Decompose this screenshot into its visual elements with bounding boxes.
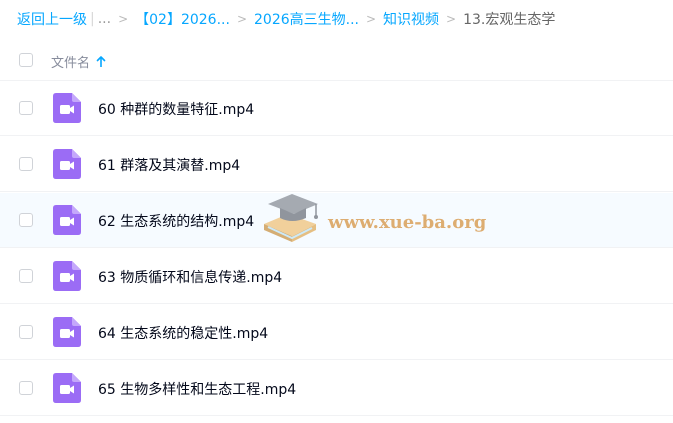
file-name[interactable]: 62 生态系统的结构.mp4 [98, 211, 254, 231]
breadcrumb-separator: > [118, 12, 129, 26]
breadcrumb-ellipsis[interactable]: ... [98, 11, 111, 27]
arrow-up-icon[interactable] [96, 55, 106, 68]
row-checkbox[interactable] [19, 157, 33, 171]
breadcrumb-divider: | [90, 11, 95, 27]
video-file-icon [53, 261, 81, 291]
row-checkbox[interactable] [19, 213, 33, 227]
filename-column-header[interactable]: 文件名 [51, 52, 106, 71]
row-checkbox[interactable] [19, 325, 33, 339]
file-row[interactable]: 61 群落及其演替.mp4 [0, 137, 673, 192]
file-name[interactable]: 65 生物多样性和生态工程.mp4 [98, 379, 296, 399]
breadcrumb-item-02[interactable]: 【02】2026... [135, 9, 230, 29]
file-name[interactable]: 63 物质循环和信息传递.mp4 [98, 267, 282, 287]
breadcrumb-separator: > [365, 12, 377, 26]
video-file-icon [53, 149, 81, 179]
breadcrumb-current: 13.宏观生态学 [463, 12, 556, 28]
file-name[interactable]: 61 群落及其演替.mp4 [98, 155, 240, 175]
video-file-icon [53, 373, 81, 403]
back-link[interactable]: 返回上一级 [17, 9, 87, 29]
file-name[interactable]: 64 生态系统的稳定性.mp4 [98, 323, 268, 343]
video-file-icon [53, 205, 81, 235]
file-browser: 返回上一级 | ... > 【02】2026... > 2026高三生物... … [0, 0, 673, 423]
breadcrumb-item-videos[interactable]: 知识视频 [383, 9, 439, 29]
file-row[interactable]: 60 种群的数量特征.mp4 [0, 81, 673, 136]
row-checkbox[interactable] [19, 269, 33, 283]
file-row[interactable]: 63 物质循环和信息传递.mp4 [0, 249, 673, 304]
breadcrumb-separator: > [236, 12, 247, 26]
breadcrumb: 返回上一级 | ... > 【02】2026... > 2026高三生物... … [17, 6, 555, 32]
list-header: 文件名 [0, 44, 673, 81]
file-row[interactable]: 64 生态系统的稳定性.mp4 [0, 305, 673, 360]
row-checkbox[interactable] [19, 381, 33, 395]
video-file-icon [53, 93, 81, 123]
row-checkbox[interactable] [19, 101, 33, 115]
video-file-icon [53, 317, 81, 347]
column-title: 文件名 [51, 56, 91, 71]
file-name[interactable]: 60 种群的数量特征.mp4 [98, 99, 254, 119]
breadcrumb-item-biology[interactable]: 2026高三生物... [254, 9, 359, 29]
file-row[interactable]: 62 生态系统的结构.mp4 [0, 193, 673, 248]
file-row[interactable]: 65 生物多样性和生态工程.mp4 [0, 361, 673, 416]
breadcrumb-separator: > [446, 12, 457, 26]
select-all-checkbox[interactable] [19, 53, 33, 67]
